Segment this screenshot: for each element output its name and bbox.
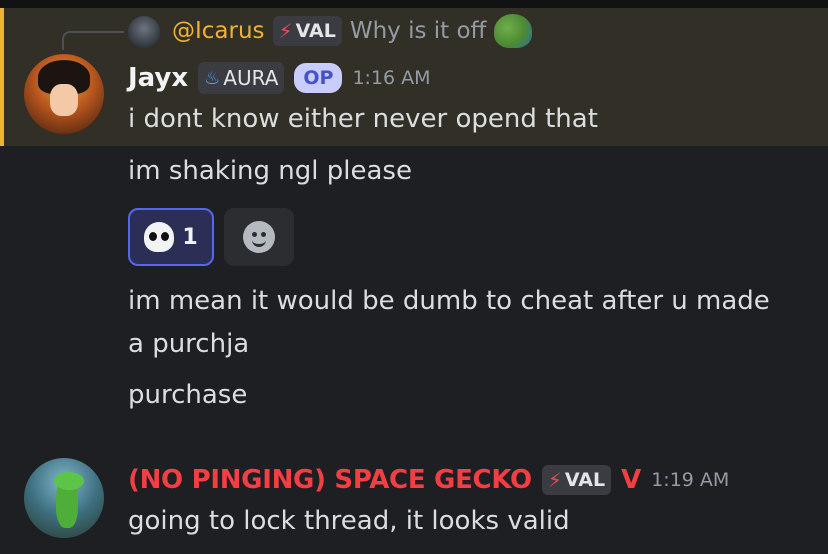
server-tag-label: AURA [223,66,279,90]
add-reaction-button[interactable] [224,208,294,266]
message-header: Jayx ♨ AURA OP 1:16 AM [128,58,431,98]
reply-avatar[interactable] [128,16,160,48]
message-text: a purchja [128,329,250,359]
message-text: purchase [128,380,248,410]
reply-spine [62,31,124,50]
username[interactable]: Jayx [128,63,188,93]
reply-tag-label: VAL [295,20,336,42]
skull-icon [144,222,175,252]
gecko-head [54,472,84,490]
lightning-icon: ⚡ [278,19,293,43]
mention-highlight-border [0,8,4,146]
reaction-skull[interactable]: 1 [128,208,214,266]
reply-text[interactable]: Why is it off [350,18,487,44]
flame-icon: ♨ [204,67,221,89]
server-tag-label: VAL [564,469,606,491]
avatar[interactable] [24,54,104,134]
timestamp[interactable]: 1:19 AM [651,469,729,491]
server-tag[interactable]: ♨ AURA [198,62,285,94]
reply-server-tag[interactable]: ⚡ VAL [272,16,342,46]
valorant-icon: V [621,465,642,495]
reply-preview[interactable]: @Icarus ⚡ VAL Why is it off [172,14,533,48]
message-text: going to lock thread, it looks valid [128,506,570,536]
op-badge: OP [294,63,343,93]
message-text: im shaking ngl please [128,156,412,186]
pepe-emoji-icon [494,14,533,48]
server-tag[interactable]: ⚡ VAL [541,465,612,495]
reaction-count: 1 [182,224,198,250]
username[interactable]: (NO PINGING) SPACE GECKO [128,465,532,495]
lightning-icon: ⚡ [547,468,562,492]
avatar[interactable] [24,458,104,538]
reply-username[interactable]: @Icarus [172,18,265,44]
message-text: i dont know either never opend that [128,104,598,134]
message-text: im mean it would be dumb to cheat after … [128,286,770,316]
message-header: (NO PINGING) SPACE GECKO ⚡ VAL V 1:19 AM [128,460,729,500]
top-bar [0,0,828,8]
timestamp[interactable]: 1:16 AM [352,67,430,89]
smiley-icon [243,221,275,253]
avatar-face [50,84,78,116]
